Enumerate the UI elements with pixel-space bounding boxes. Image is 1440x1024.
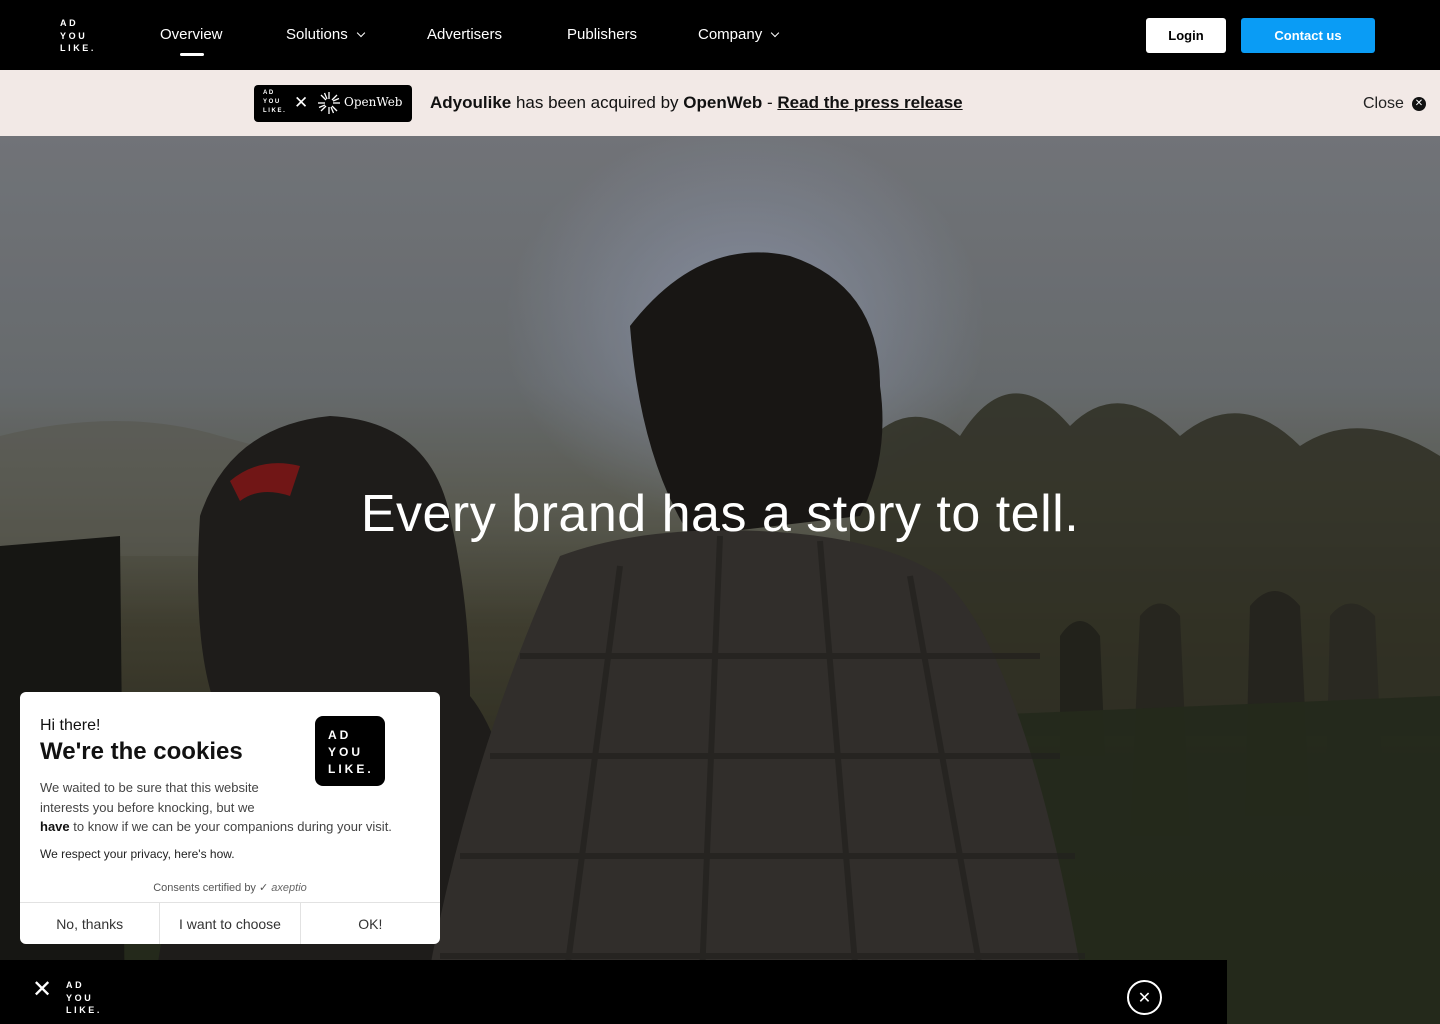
adyoulike-logo[interactable]: AD YOU LIKE. <box>60 17 96 55</box>
hero-headline: Every brand has a story to tell. <box>360 485 1080 543</box>
nav-item-company[interactable]: Company <box>698 26 780 43</box>
acquisition-announcement-bar: AD YOU LIKE. ✕ OpenWeb Adyoulike has bee… <box>0 70 1440 136</box>
login-button[interactable]: Login <box>1146 18 1226 53</box>
nav-item-advertisers[interactable]: Advertisers <box>427 26 502 43</box>
top-navigation: AD YOU LIKE. Overview Solutions Advertis… <box>0 0 1440 70</box>
active-nav-indicator <box>180 53 204 56</box>
bottom-sticky-bar: ✕ AD YOU LIKE. ✕ <box>0 960 1227 1024</box>
cookie-accept-button[interactable]: OK! <box>301 903 440 944</box>
cookie-consent-dialog: Hi there! We're the cookies AD YOU LIKE.… <box>20 692 440 944</box>
adyoulike-logo: AD YOU LIKE. <box>66 980 103 1015</box>
openweb-wordmark: OpenWeb <box>344 95 403 109</box>
cookie-choose-button[interactable]: I want to choose <box>160 903 301 944</box>
nav-item-solutions[interactable]: Solutions <box>286 26 365 43</box>
nav-item-overview[interactable]: Overview <box>160 26 223 43</box>
adyoulike-badge-logo: AD YOU LIKE. <box>315 716 385 786</box>
close-icon: ✕ <box>1411 97 1426 111</box>
nav-item-publishers[interactable]: Publishers <box>567 26 637 43</box>
cookie-actions: No, thanks I want to choose OK! <box>20 902 440 944</box>
adyoulike-mini-logo: AD YOU LIKE. <box>263 90 287 114</box>
cross-icon: ✕ <box>294 93 309 112</box>
cookie-greeting: Hi there! <box>40 717 101 734</box>
cookie-reject-button[interactable]: No, thanks <box>20 903 161 944</box>
cookie-description: We waited to be sure that this website i… <box>40 780 392 834</box>
contact-us-button[interactable]: Contact us <box>1241 18 1375 53</box>
adyoulike-openweb-logo: AD YOU LIKE. ✕ OpenWeb <box>254 85 412 122</box>
announcement-close-button[interactable]: Close ✕ <box>1363 95 1426 113</box>
openweb-burst-icon <box>318 92 340 114</box>
cookie-title: We're the cookies <box>40 738 243 765</box>
close-icon[interactable]: ✕ <box>32 978 52 1002</box>
axeptio-check-icon: ✓ <box>259 882 269 894</box>
announcement-message: Adyoulike has been acquired by OpenWeb -… <box>430 93 963 112</box>
privacy-policy-link[interactable]: We respect your privacy, here's how. <box>40 847 235 861</box>
press-release-link[interactable]: Read the press release <box>777 93 962 112</box>
axeptio-brand: axeptio <box>271 882 307 894</box>
chevron-down-icon <box>770 28 780 37</box>
consent-certification: Consents certified by ✓ axeptio <box>153 882 307 894</box>
chevron-down-icon <box>356 28 365 37</box>
circle-close-icon[interactable]: ✕ <box>1127 980 1162 1015</box>
